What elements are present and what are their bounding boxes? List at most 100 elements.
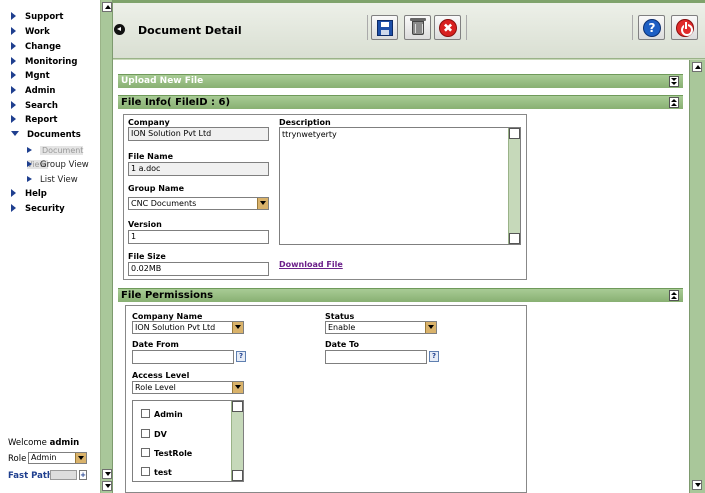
nav-item-security[interactable]: Security xyxy=(11,203,99,216)
nav-sub-group-view[interactable]: Group View xyxy=(27,159,99,172)
sidebar-splitter[interactable] xyxy=(101,0,113,493)
nav-item-admin[interactable]: Admin xyxy=(11,85,99,98)
checkbox[interactable] xyxy=(141,448,150,457)
nav-item-change[interactable]: Change xyxy=(11,41,99,54)
down-arrow-icon xyxy=(105,472,111,476)
date-to-field[interactable] xyxy=(325,350,427,364)
dropdown-arrow-icon[interactable] xyxy=(75,453,86,463)
welcome-user: admin xyxy=(49,438,80,448)
group-select[interactable]: CNC Documents xyxy=(128,197,269,210)
description-label: Description xyxy=(279,118,331,127)
expand-arrow-icon xyxy=(11,26,16,35)
nav-item-search[interactable]: Search xyxy=(11,100,99,113)
download-file-link[interactable]: Download File xyxy=(279,260,343,269)
scroll-down-button[interactable] xyxy=(102,481,112,491)
calendar-icon[interactable]: ? xyxy=(236,351,246,362)
back-icon[interactable] xyxy=(114,24,125,35)
scroll-down-button[interactable] xyxy=(232,470,243,481)
role-label: TestRole xyxy=(154,449,193,458)
filename-field[interactable]: 1 a.doc xyxy=(128,162,269,176)
dropdown-arrow-icon[interactable] xyxy=(425,322,436,333)
role-checklist: Admin DV TestRole test xyxy=(132,400,244,482)
status-select[interactable]: Enable xyxy=(325,321,437,334)
nav-sub-document-view[interactable]: Document View xyxy=(27,144,99,169)
expand-arrow-icon xyxy=(11,85,16,94)
status-label: Status xyxy=(325,312,355,321)
nav-item-mgnt[interactable]: Mgnt xyxy=(11,70,99,83)
up-arrow-icon xyxy=(695,65,701,69)
access-level-select[interactable]: Role Level xyxy=(132,381,244,394)
scroll-up-button[interactable] xyxy=(102,2,112,12)
dropdown-arrow-icon[interactable] xyxy=(232,382,243,393)
expand-arrow-icon xyxy=(11,41,16,50)
expand-toggle[interactable] xyxy=(669,76,679,87)
nav-item-work[interactable]: Work xyxy=(11,26,99,39)
scroll-up-button[interactable] xyxy=(692,62,702,72)
nav-item-label: Search xyxy=(25,101,58,111)
dropdown-arrow-icon[interactable] xyxy=(232,322,243,333)
scroll-up-button[interactable] xyxy=(509,128,520,139)
upload-section-bar[interactable]: Upload New File xyxy=(118,74,683,88)
expand-arrow-icon xyxy=(11,114,16,123)
checkbox[interactable] xyxy=(141,429,150,438)
nav-item-label: Change xyxy=(25,42,61,52)
nav-item-label: Support xyxy=(25,12,64,22)
expand-arrow-icon xyxy=(11,203,16,212)
fast-path-go-button[interactable]: + xyxy=(79,470,87,480)
fast-path-input[interactable] xyxy=(50,470,77,480)
nav-item-support[interactable]: Support xyxy=(11,11,99,24)
dropdown-arrow-icon[interactable] xyxy=(257,198,268,209)
version-field[interactable]: 1 xyxy=(128,230,269,244)
scroll-down-button[interactable] xyxy=(692,480,702,490)
file-info-section-bar[interactable]: File Info( FileID : 6) xyxy=(118,95,683,109)
nav-item-documents[interactable]: Documents xyxy=(11,129,99,142)
filesize-field[interactable]: 0.02MB xyxy=(128,262,269,276)
expand-arrow-icon xyxy=(11,70,16,79)
perm-company-value: ION Solution Pvt Ltd xyxy=(135,323,216,332)
expand-arrow-icon xyxy=(11,11,16,20)
nav-item-help[interactable]: Help xyxy=(11,188,99,201)
nav-item-label: Mgnt xyxy=(25,71,50,81)
expand-arrow-icon xyxy=(27,146,32,153)
collapse-toggle[interactable] xyxy=(669,97,679,108)
role-label: DV xyxy=(154,430,167,439)
down-arrow-icon xyxy=(695,483,701,487)
nav-sub-list-view[interactable]: List View xyxy=(27,174,99,187)
company-field[interactable]: ION Solution Pvt Ltd xyxy=(128,127,269,141)
sidebar: Support Work Change Monitoring Mgnt Admi… xyxy=(0,0,101,493)
file-info-title: File Info( FileID : 6) xyxy=(121,97,231,108)
collapse-toggle[interactable] xyxy=(669,290,679,301)
nav-item-report[interactable]: Report xyxy=(11,114,99,127)
trash-icon xyxy=(410,18,426,35)
role-label: test xyxy=(154,468,172,477)
role-checkbox-testrole[interactable]: TestRole xyxy=(141,448,192,459)
description-scrollbar[interactable] xyxy=(508,128,520,244)
scroll-down-button[interactable] xyxy=(102,469,112,479)
scroll-down-button[interactable] xyxy=(509,233,520,244)
calendar-icon[interactable]: ? xyxy=(429,351,439,362)
logout-button[interactable] xyxy=(671,15,698,40)
role-list-scrollbar[interactable] xyxy=(231,401,243,481)
role-checkbox-admin[interactable]: Admin xyxy=(141,409,183,420)
role-checkbox-dv[interactable]: DV xyxy=(141,429,167,440)
date-from-field[interactable] xyxy=(132,350,234,364)
nav-item-monitoring[interactable]: Monitoring xyxy=(11,56,99,69)
description-textarea[interactable]: ttrynwetyerty xyxy=(279,127,521,245)
main-scrollbar[interactable] xyxy=(689,60,705,493)
role-checkbox-test[interactable]: test xyxy=(141,467,172,478)
scroll-up-button[interactable] xyxy=(232,401,243,412)
checkbox[interactable] xyxy=(141,467,150,476)
role-select[interactable]: Admin xyxy=(28,452,87,464)
perm-company-select[interactable]: ION Solution Pvt Ltd xyxy=(132,321,244,334)
company-label: Company xyxy=(128,118,170,127)
help-button[interactable]: ? xyxy=(638,15,665,40)
nav-item-label: Report xyxy=(25,115,58,125)
permissions-section-bar[interactable]: File Permissions xyxy=(118,288,683,302)
cancel-button[interactable]: ✖ xyxy=(434,15,461,40)
welcome-text: Welcome admin xyxy=(8,438,79,448)
checkbox[interactable] xyxy=(141,409,150,418)
access-level-value: Role Level xyxy=(135,383,176,392)
delete-button[interactable] xyxy=(404,15,431,40)
access-level-label: Access Level xyxy=(132,371,190,380)
save-button[interactable] xyxy=(371,15,398,40)
